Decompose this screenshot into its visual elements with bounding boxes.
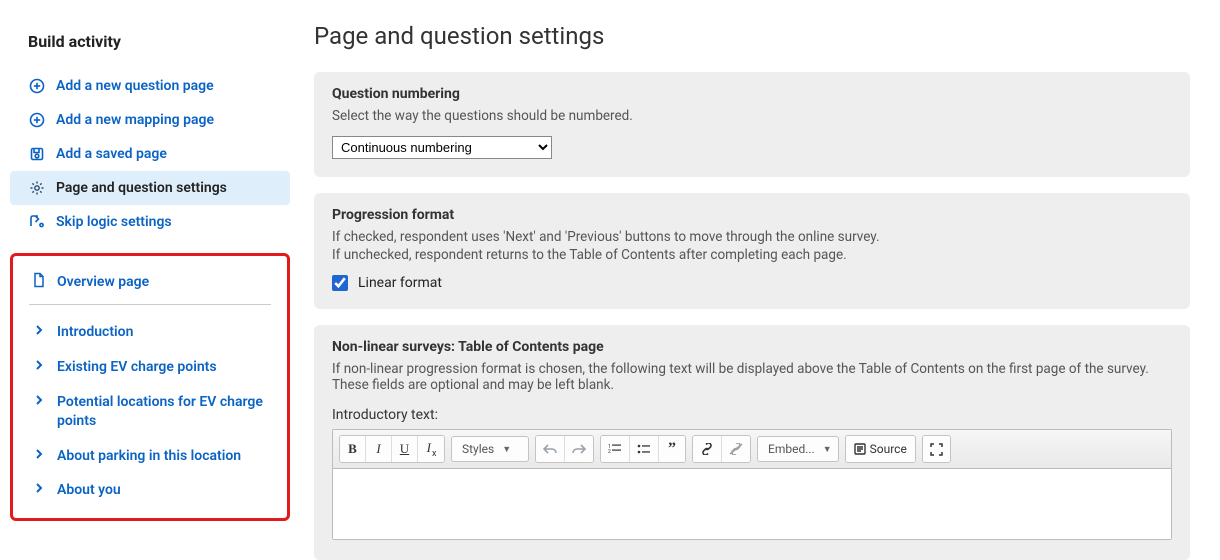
page-item-about-parking[interactable]: About parking in this location (19, 439, 281, 474)
redo-button[interactable] (565, 436, 593, 462)
page-item-about-you[interactable]: About you (19, 473, 281, 508)
link-button[interactable] (693, 436, 722, 462)
remove-format-button[interactable]: Ix (418, 436, 444, 462)
blockquote-button[interactable]: ” (659, 436, 685, 462)
undo-button[interactable] (536, 436, 565, 462)
sidebar-item-label: Page and question settings (56, 180, 227, 196)
sidebar-item-add-saved-page[interactable]: Add a saved page (10, 137, 290, 171)
sidebar-item-label: Add a new question page (56, 78, 214, 94)
page-item-label: Existing EV charge points (57, 358, 217, 377)
panel-description-line2: If unchecked, respondent returns to the … (332, 247, 1172, 263)
save-icon (28, 145, 46, 163)
source-label: Source (870, 442, 907, 456)
caret-down-icon: ▼ (823, 444, 832, 455)
maximize-group (922, 435, 951, 463)
progression-format-panel: Progression format If checked, responden… (314, 193, 1190, 309)
format-group: B I U Ix (339, 435, 445, 463)
main-content: Page and question settings Question numb… (300, 0, 1220, 550)
chevron-right-icon (31, 482, 47, 494)
embed-select-label: Embed... (768, 442, 815, 456)
panel-body: Select the way the questions should be n… (332, 108, 1172, 159)
panel-description: Select the way the questions should be n… (332, 108, 1172, 124)
page-title: Page and question settings (314, 22, 1190, 50)
panel-description: If non-linear progression format is chos… (332, 361, 1172, 393)
question-numbering-panel: Question numbering Select the way the qu… (314, 72, 1190, 177)
page-item-potential-locations[interactable]: Potential locations for EV charge points (19, 385, 281, 439)
skip-icon (28, 213, 46, 231)
list-group: 12 ” (600, 435, 686, 463)
linear-format-checkbox[interactable] (332, 275, 348, 291)
styles-select[interactable]: Styles ▼ (451, 436, 529, 462)
source-icon (854, 443, 866, 455)
panel-heading: Question numbering (332, 86, 1172, 102)
panel-body: If non-linear progression format is chos… (332, 361, 1172, 540)
numbered-list-button[interactable]: 12 (601, 436, 630, 462)
editor-toolbar: B I U Ix Styles ▼ (333, 430, 1171, 469)
sidebar-item-label: Add a saved page (56, 146, 167, 162)
plus-circle-icon (28, 111, 46, 129)
sidebar: Build activity Add a new question page A… (0, 0, 300, 550)
history-group (535, 435, 594, 463)
chevron-right-icon (31, 324, 47, 336)
source-button[interactable]: Source (846, 436, 915, 462)
page-item-existing-ev[interactable]: Existing EV charge points (19, 350, 281, 385)
sidebar-action-list: Add a new question page Add a new mappin… (0, 69, 300, 239)
bold-button[interactable]: B (340, 436, 366, 462)
page-item-introduction[interactable]: Introduction (19, 315, 281, 350)
link-group (692, 435, 751, 463)
panel-description-line1: If checked, respondent uses 'Next' and '… (332, 229, 1172, 245)
panel-heading: Progression format (332, 207, 1172, 223)
numbering-select[interactable]: Continuous numbering (332, 136, 552, 159)
embed-select[interactable]: Embed... ▼ (757, 436, 839, 462)
page-item-label: About parking in this location (57, 447, 241, 466)
sidebar-item-page-question-settings[interactable]: Page and question settings (10, 171, 290, 205)
bullet-list-button[interactable] (630, 436, 659, 462)
overview-label: Overview page (57, 274, 149, 290)
linear-format-label[interactable]: Linear format (358, 275, 442, 291)
source-group: Source (845, 435, 916, 463)
divider (29, 304, 271, 305)
toc-panel: Non-linear surveys: Table of Contents pa… (314, 325, 1190, 560)
maximize-button[interactable] (923, 436, 950, 462)
plus-circle-icon (28, 77, 46, 95)
panel-heading: Non-linear surveys: Table of Contents pa… (332, 339, 1172, 355)
chevron-right-icon (31, 359, 47, 371)
underline-button[interactable]: U (392, 436, 418, 462)
italic-button[interactable]: I (366, 436, 392, 462)
chevron-right-icon (31, 394, 47, 406)
overview-page-link[interactable]: Overview page (13, 262, 287, 304)
sidebar-item-add-question-page[interactable]: Add a new question page (10, 69, 290, 103)
sidebar-item-add-mapping-page[interactable]: Add a new mapping page (10, 103, 290, 137)
sidebar-item-label: Add a new mapping page (56, 112, 214, 128)
editor-content-area[interactable] (333, 469, 1171, 539)
intro-text-label: Introductory text: (332, 407, 1172, 423)
chevron-right-icon (31, 448, 47, 460)
unlink-button[interactable] (722, 436, 750, 462)
rich-text-editor: B I U Ix Styles ▼ (332, 429, 1172, 540)
page-item-label: About you (57, 481, 121, 500)
styles-select-label: Styles (462, 442, 494, 456)
page-item-label: Potential locations for EV charge points (57, 393, 269, 431)
caret-down-icon: ▼ (502, 444, 511, 455)
svg-text:2: 2 (608, 449, 611, 455)
sidebar-title: Build activity (0, 10, 300, 69)
sidebar-item-label: Skip logic settings (56, 214, 172, 230)
pages-highlight-box: Overview page Introduction Existing EV c… (10, 253, 290, 521)
file-icon (31, 272, 47, 292)
sidebar-item-skip-logic-settings[interactable]: Skip logic settings (10, 205, 290, 239)
panel-body: If checked, respondent uses 'Next' and '… (332, 229, 1172, 291)
survey-pages-list: Introduction Existing EV charge points P… (13, 315, 287, 508)
gear-icon (28, 179, 46, 197)
page-item-label: Introduction (57, 323, 133, 342)
